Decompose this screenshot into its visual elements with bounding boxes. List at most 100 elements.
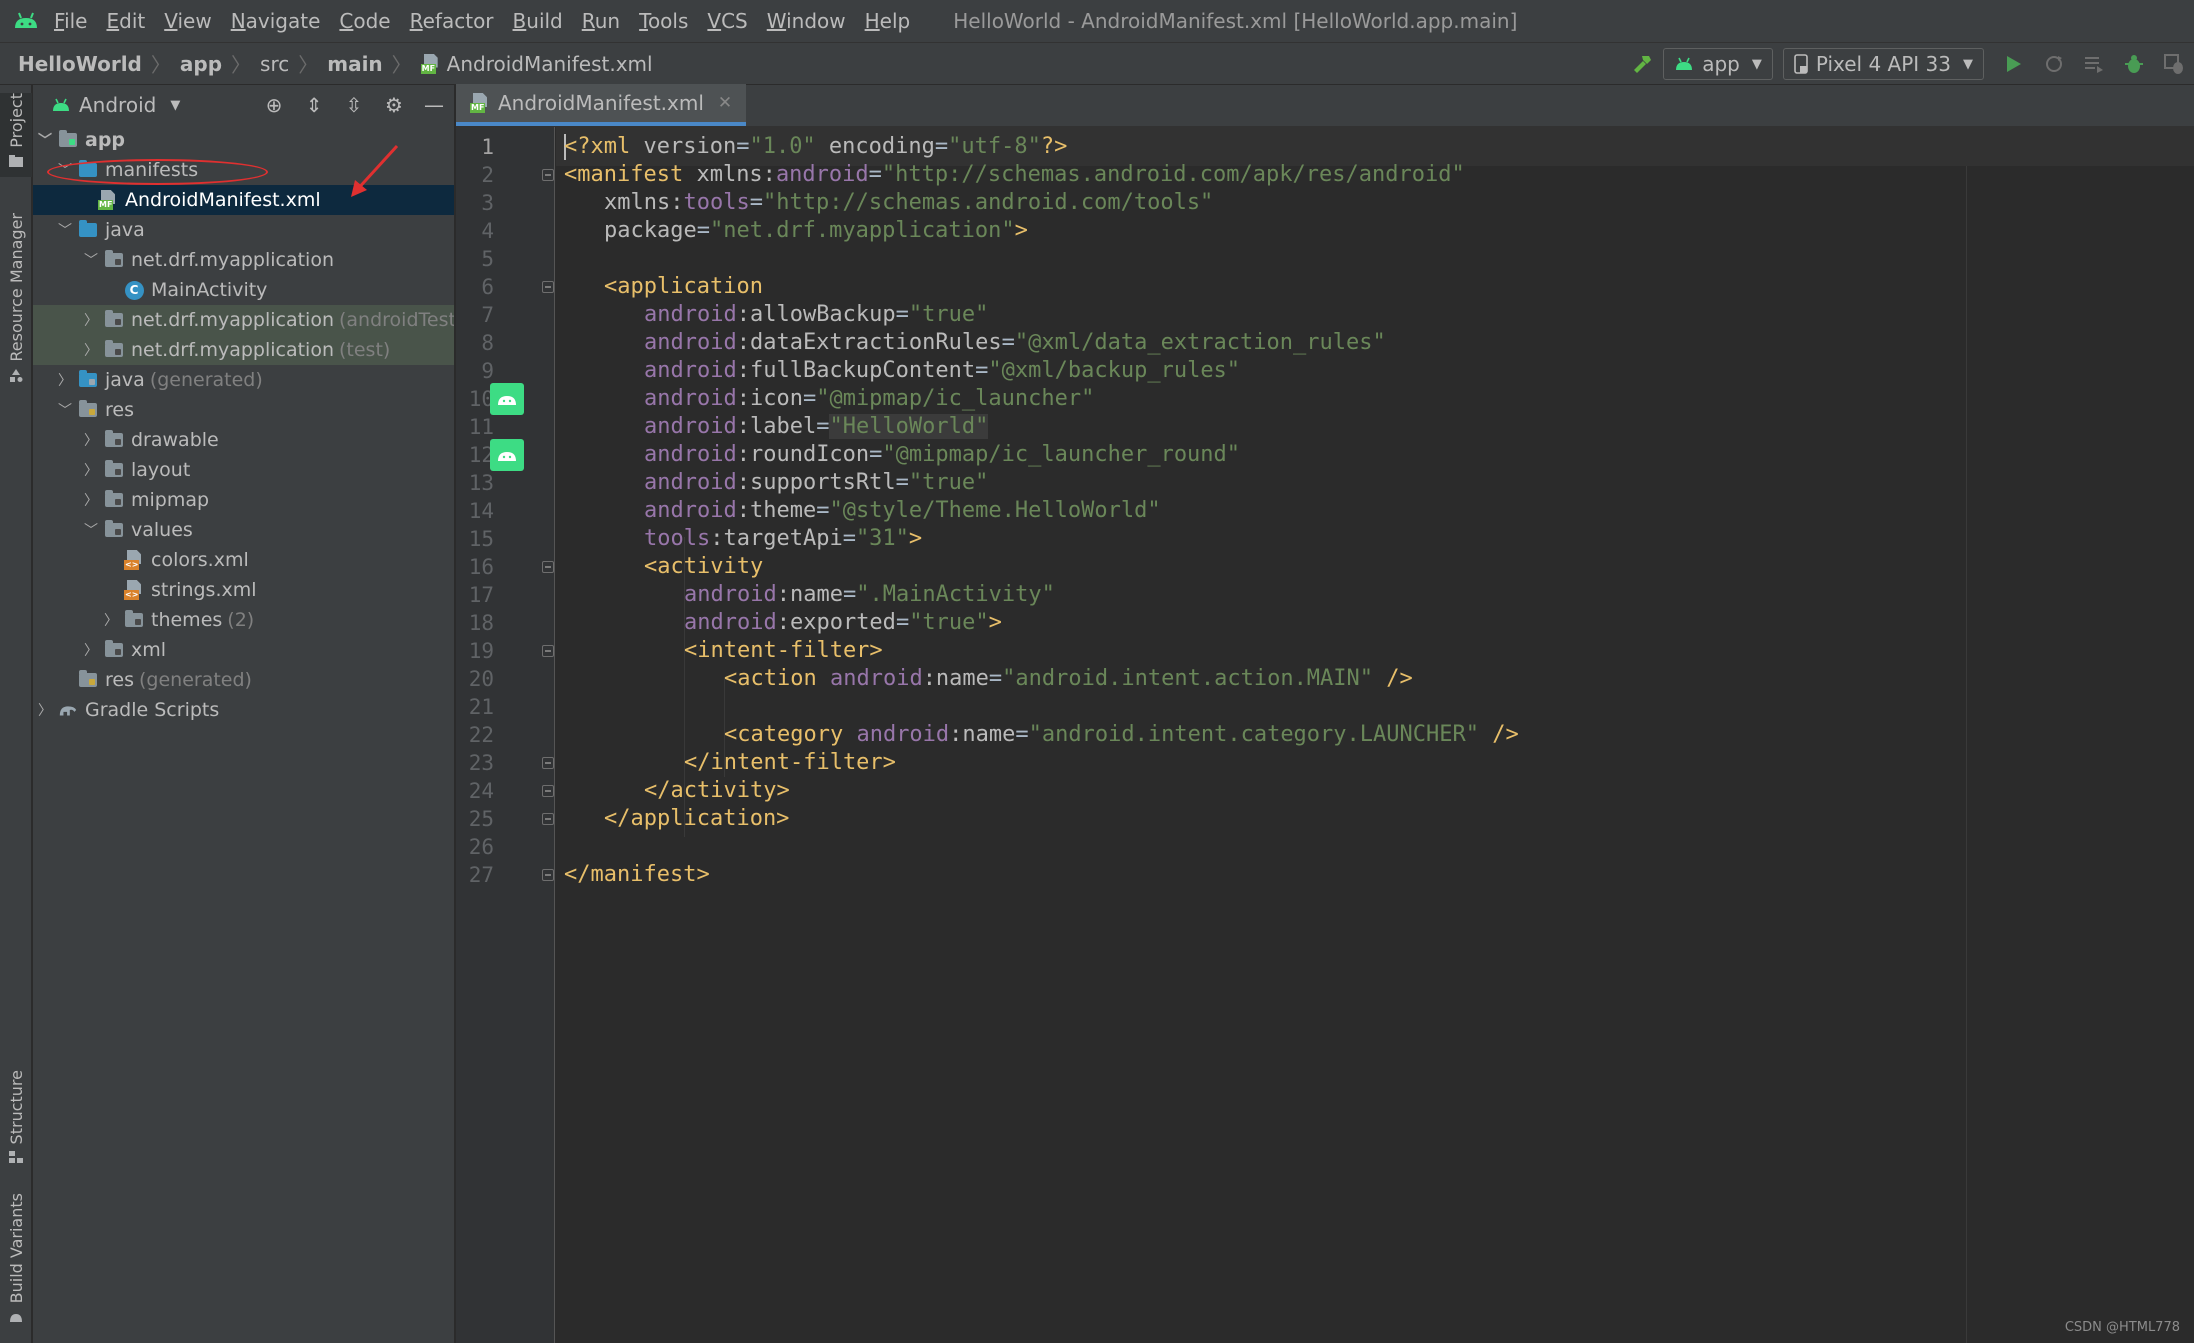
gutter-divider xyxy=(554,127,555,1343)
fold-marker-icon[interactable] xyxy=(542,756,554,769)
breadcrumb-file[interactable]: MF AndroidManifest.xml xyxy=(420,52,653,76)
chevron-down-icon[interactable]: ﹀ xyxy=(55,400,75,420)
chevron-down-icon[interactable]: ﹀ xyxy=(81,520,101,540)
apply-changes-icon[interactable] xyxy=(2034,43,2074,85)
line-number: 3 xyxy=(481,190,494,215)
chevron-right-icon[interactable]: 〉 xyxy=(81,340,101,360)
menu-tools[interactable]: Tools xyxy=(639,9,688,33)
tree-node-layout[interactable]: 〉 layout xyxy=(33,455,454,485)
debug-icon[interactable] xyxy=(2114,43,2154,85)
navigation-bar: HelloWorld 〉 app 〉 src 〉 main 〉 MF Andro… xyxy=(0,43,2194,85)
editor-tab-label: AndroidManifest.xml xyxy=(498,91,704,115)
tree-node-java[interactable]: ﹀ java xyxy=(33,215,454,245)
run-icon[interactable] xyxy=(1994,43,2034,85)
tree-node-res-generated[interactable]: res (generated) xyxy=(33,665,454,695)
tree-node-themes[interactable]: 〉 themes (2) xyxy=(33,605,454,635)
menu-vcs[interactable]: VCS xyxy=(707,9,747,33)
android-studio-logo-icon xyxy=(15,12,37,28)
menu-code[interactable]: Code xyxy=(339,9,390,33)
menu-navigate[interactable]: Navigate xyxy=(231,9,321,33)
chevron-down-icon[interactable]: ﹀ xyxy=(55,220,75,240)
chevron-down-icon[interactable]: ﹀ xyxy=(35,130,55,150)
apply-code-changes-icon[interactable] xyxy=(2074,43,2114,85)
menu-edit[interactable]: Edit xyxy=(106,9,145,33)
fold-marker-icon[interactable] xyxy=(542,168,554,181)
device-select[interactable]: Pixel 4 API 33 ▼ xyxy=(1782,48,1984,80)
menu-help[interactable]: Help xyxy=(865,9,911,33)
chevron-down-icon[interactable]: ﹀ xyxy=(81,250,101,270)
chevron-right-icon[interactable]: 〉 xyxy=(81,640,101,660)
expand-all-icon[interactable]: ⇕ xyxy=(294,93,334,117)
collapse-all-icon[interactable]: ⇳ xyxy=(334,93,374,117)
tree-node-package[interactable]: ﹀ net.drf.myapplication xyxy=(33,245,454,275)
chevron-right-icon[interactable]: 〉 xyxy=(101,610,121,630)
chevron-right-icon[interactable]: 〉 xyxy=(35,700,55,720)
chevron-right-icon[interactable]: 〉 xyxy=(81,460,101,480)
fold-marker-icon[interactable] xyxy=(542,644,554,657)
menu-refactor[interactable]: Refactor xyxy=(410,9,494,33)
tree-node-package-androidtest[interactable]: 〉 net.drf.myapplication (androidTest) xyxy=(33,305,454,335)
tree-node-gradle-scripts[interactable]: 〉 Gradle Scripts xyxy=(33,695,454,725)
run-configuration-select[interactable]: app ▼ xyxy=(1663,48,1773,80)
main-toolbar: app ▼ Pixel 4 API 33 ▼ xyxy=(1623,43,2194,85)
tree-node-drawable[interactable]: 〉 drawable xyxy=(33,425,454,455)
tree-node-package-test[interactable]: 〉 net.drf.myapplication (test) xyxy=(33,335,454,365)
menu-run[interactable]: Run xyxy=(582,9,620,33)
breadcrumb-src[interactable]: src xyxy=(260,52,289,76)
project-panel: Android ▼ ⊕ ⇕ ⇳ ⚙ — ﹀ app ﹀ manifests MF… xyxy=(33,85,454,1343)
window-title: HelloWorld - AndroidManifest.xml [HelloW… xyxy=(953,9,1518,33)
resource-manager-tool-tab[interactable]: Resource Manager xyxy=(0,213,32,393)
tree-node-mainactivity[interactable]: C MainActivity xyxy=(33,275,454,305)
tree-node-label: app xyxy=(85,129,126,151)
launcher-round-icon-preview-icon[interactable] xyxy=(490,438,524,471)
chevron-right-icon[interactable]: 〉 xyxy=(81,310,101,330)
tree-node-values[interactable]: ﹀ values xyxy=(33,515,454,545)
tree-node-mipmap[interactable]: 〉 mipmap xyxy=(33,485,454,515)
breadcrumb-main[interactable]: main xyxy=(327,52,382,76)
breadcrumb-module[interactable]: app xyxy=(180,52,222,76)
attach-debugger-icon[interactable] xyxy=(2154,43,2194,85)
chevron-right-icon[interactable]: 〉 xyxy=(81,490,101,510)
fold-marker-icon[interactable] xyxy=(542,280,554,293)
structure-tool-tab[interactable]: Structure xyxy=(0,1070,32,1180)
fold-marker-icon[interactable] xyxy=(542,868,554,881)
annotation-ellipse xyxy=(47,159,268,185)
hide-panel-icon[interactable]: — xyxy=(414,93,454,117)
chevron-right-icon[interactable]: 〉 xyxy=(81,430,101,450)
chevron-down-icon[interactable]: ▼ xyxy=(170,98,180,113)
build-variants-tool-tab[interactable]: Build Variants xyxy=(0,1193,32,1333)
line-number: 8 xyxy=(481,330,494,355)
tree-node-java-generated[interactable]: 〉 java (generated) xyxy=(33,365,454,395)
build-hammer-icon[interactable] xyxy=(1623,43,1663,85)
line-number: 12 xyxy=(468,442,494,467)
resource-folder-icon xyxy=(79,670,97,687)
menu-window[interactable]: Window xyxy=(767,9,846,33)
folder-icon xyxy=(9,154,23,167)
menu-file[interactable]: File xyxy=(54,9,87,33)
chevron-right-icon[interactable]: 〉 xyxy=(55,370,75,390)
package-icon xyxy=(105,310,123,327)
tree-node-res[interactable]: ﹀ res xyxy=(33,395,454,425)
select-opened-file-icon[interactable]: ⊕ xyxy=(254,93,294,117)
line-number: 1 xyxy=(481,134,494,159)
fold-marker-icon[interactable] xyxy=(542,560,554,573)
fold-marker-icon[interactable] xyxy=(542,784,554,797)
code-area[interactable]: 1 <?xml version="1.0" encoding="utf-8"?>… xyxy=(469,127,2194,1343)
launcher-icon-preview-icon[interactable] xyxy=(490,382,524,415)
line-number: 7 xyxy=(481,302,494,327)
tree-node-colors[interactable]: <> colors.xml xyxy=(33,545,454,575)
project-tool-tab[interactable]: Project xyxy=(0,93,32,177)
close-icon[interactable]: ✕ xyxy=(718,93,732,113)
fold-marker-icon[interactable] xyxy=(542,812,554,825)
editor-tab-androidmanifest[interactable]: MF AndroidManifest.xml ✕ xyxy=(456,84,747,126)
breadcrumb-project[interactable]: HelloWorld xyxy=(18,52,142,76)
tree-node-xml[interactable]: 〉 xml xyxy=(33,635,454,665)
menu-view[interactable]: View xyxy=(164,9,211,33)
code-line[interactable]: 27 </manifest> xyxy=(469,855,2194,894)
gear-icon[interactable]: ⚙ xyxy=(374,93,414,117)
tree-node-suffix: (generated) xyxy=(138,669,252,691)
project-view-mode[interactable]: Android xyxy=(79,93,156,117)
tree-node-strings[interactable]: <> strings.xml xyxy=(33,575,454,605)
tree-node-label: net.drf.myapplication xyxy=(131,339,334,361)
menu-build[interactable]: Build xyxy=(513,9,563,33)
